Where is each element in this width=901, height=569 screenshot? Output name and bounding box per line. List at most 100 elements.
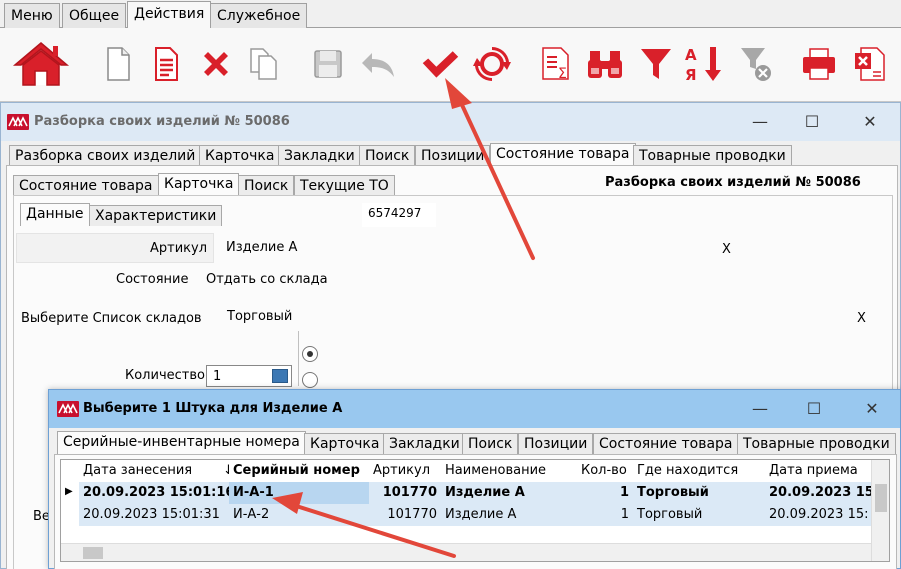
refresh-button[interactable]: [472, 40, 512, 88]
qty-input[interactable]: 1: [206, 365, 292, 387]
excel-export-button[interactable]: [850, 40, 890, 88]
tab-serial-numbers[interactable]: Серийные-инвентарные номера: [57, 431, 306, 454]
subtab-goods-state[interactable]: Состояние товара: [13, 175, 159, 196]
divider: [298, 331, 299, 386]
tab-goods-state[interactable]: Состояние товара: [490, 143, 636, 166]
tab-goods-postings[interactable]: Товарные проводки: [737, 433, 896, 454]
cell-date: 20.09.2023 15:01:31: [83, 507, 220, 522]
maximize-icon[interactable]: ☐: [802, 112, 822, 132]
column-header-location[interactable]: Где находится: [633, 460, 765, 482]
state-label: Состояние: [116, 272, 189, 287]
tab-disassembly[interactable]: Разборка своих изделий: [9, 145, 202, 166]
horizontal-scrollbar[interactable]: [61, 543, 871, 561]
cell-qty: 1: [620, 507, 629, 522]
home-icon: [12, 42, 70, 86]
filter-button[interactable]: [636, 40, 676, 88]
minimize-icon[interactable]: —: [750, 399, 770, 419]
scrollbar-thumb[interactable]: [875, 484, 887, 512]
column-header-serial[interactable]: Серийный номер: [229, 460, 369, 482]
column-header-article[interactable]: Артикул: [369, 460, 441, 482]
tab-search[interactable]: Поиск: [462, 433, 519, 454]
undo-icon: [362, 53, 394, 77]
confirm-button[interactable]: [420, 40, 460, 88]
state-value: Отдать со склада: [206, 272, 328, 287]
close-icon[interactable]: ✕: [862, 399, 882, 419]
delete-button[interactable]: [196, 40, 236, 88]
hscroll-thumb[interactable]: [83, 547, 103, 559]
serial-tabs: Серийные-инвентарные номера Карточка Зак…: [49, 431, 900, 454]
calculator-icon[interactable]: [272, 369, 288, 383]
copy-icon: [250, 48, 277, 80]
vertical-scrollbar[interactable]: [871, 460, 889, 561]
new-document-button[interactable]: [98, 40, 138, 88]
table-row[interactable]: 20.09.2023 15:01:31 И-А-2 101770 Изделие…: [79, 504, 889, 526]
filter-icon: [641, 49, 671, 79]
undo-button[interactable]: [358, 40, 398, 88]
home-button[interactable]: [10, 40, 72, 88]
cell-serial: И-А-1: [229, 482, 369, 504]
tab-goods-state[interactable]: Состояние товара: [593, 433, 739, 454]
cell-date: 20.09.2023 15:01:16: [83, 485, 229, 500]
sum-report-button[interactable]: Σ: [537, 40, 577, 88]
app-logo-icon: [57, 401, 79, 417]
warehouse-value: Торговый: [227, 309, 293, 324]
save-button[interactable]: [308, 40, 348, 88]
tab-characteristics[interactable]: Характеристики: [89, 205, 223, 226]
data-tabs: Данные Характеристики: [20, 203, 320, 226]
code-field[interactable]: 6574297: [362, 203, 436, 227]
toolbar: Σ А Я: [0, 28, 901, 102]
qty-label: Количество: [125, 368, 205, 383]
svg-text:Я: Я: [685, 66, 697, 84]
disassembly-window-titlebar: Разборка своих изделий № 50086 — ☐ ✕: [1, 103, 900, 141]
tab-bookmarks[interactable]: Закладки: [278, 145, 361, 166]
subtab-current-to[interactable]: Текущие ТО: [294, 175, 395, 196]
column-header-qty[interactable]: Кол-во: [577, 460, 633, 482]
column-header-name[interactable]: Наименование: [441, 460, 577, 482]
find-button[interactable]: [585, 40, 625, 88]
close-icon[interactable]: ✕: [860, 112, 880, 132]
article-clear-button[interactable]: X: [722, 242, 731, 257]
table-row[interactable]: 20.09.2023 15:01:16 И-А-1 101770 Изделие…: [79, 482, 889, 504]
tab-bookmarks[interactable]: Закладки: [383, 433, 466, 454]
serial-select-window: Выберите 1 Штука для Изделие А — ☐ ✕ Сер…: [48, 389, 901, 569]
article-label: Артикул: [150, 241, 208, 256]
sort-icon: А Я: [685, 46, 721, 84]
tab-data[interactable]: Данные: [20, 203, 90, 226]
minimize-icon[interactable]: —: [750, 112, 770, 132]
tab-positions[interactable]: Позиции: [518, 433, 594, 454]
confirm-icon: [422, 51, 459, 78]
subtab-card[interactable]: Карточка: [158, 173, 240, 196]
cell-receive-date: 20.09.2023 15:: [769, 507, 869, 522]
tab-card[interactable]: Карточка: [199, 145, 281, 166]
tab-goods-postings[interactable]: Товарные проводки: [633, 145, 792, 166]
menu-tab-menu[interactable]: Меню: [4, 3, 60, 28]
copy-button[interactable]: [244, 40, 284, 88]
subtab-search[interactable]: Поиск: [238, 175, 295, 196]
radio-option-1[interactable]: [302, 346, 318, 362]
warehouse-clear-button[interactable]: X: [857, 311, 866, 326]
article-value: Изделие А: [226, 240, 298, 255]
radio-option-2[interactable]: [302, 372, 318, 388]
excel-export-icon: [855, 47, 885, 81]
qty-value: 1: [213, 369, 222, 384]
cell-article: 101770: [382, 485, 437, 500]
tab-card[interactable]: Карточка: [304, 433, 386, 454]
sort-button[interactable]: А Я: [683, 40, 723, 88]
binoculars-icon: [588, 51, 622, 78]
menu-tab-actions[interactable]: Действия: [127, 1, 212, 29]
menu-tab-service[interactable]: Служебное: [210, 3, 308, 28]
tab-positions[interactable]: Позиции: [415, 145, 491, 166]
edit-document-button[interactable]: [146, 40, 186, 88]
edit-document-icon: [155, 47, 178, 81]
column-header-receive-date[interactable]: Дата приема: [765, 460, 875, 482]
menu-tab-general[interactable]: Общее: [62, 3, 127, 28]
maximize-icon[interactable]: ☐: [804, 399, 824, 419]
print-button[interactable]: [799, 40, 839, 88]
tab-search[interactable]: Поиск: [359, 145, 416, 166]
serial-select-titlebar: Выберите 1 Штука для Изделие А — ☐ ✕: [49, 390, 900, 428]
column-header-date[interactable]: Дата занесения: [79, 460, 225, 482]
clear-filter-button[interactable]: [736, 40, 776, 88]
cell-location: Торговый: [637, 507, 703, 522]
menu-tab-bar: Меню Общее Действия Служебное: [0, 0, 901, 29]
cell-name: Изделие А: [445, 507, 517, 522]
